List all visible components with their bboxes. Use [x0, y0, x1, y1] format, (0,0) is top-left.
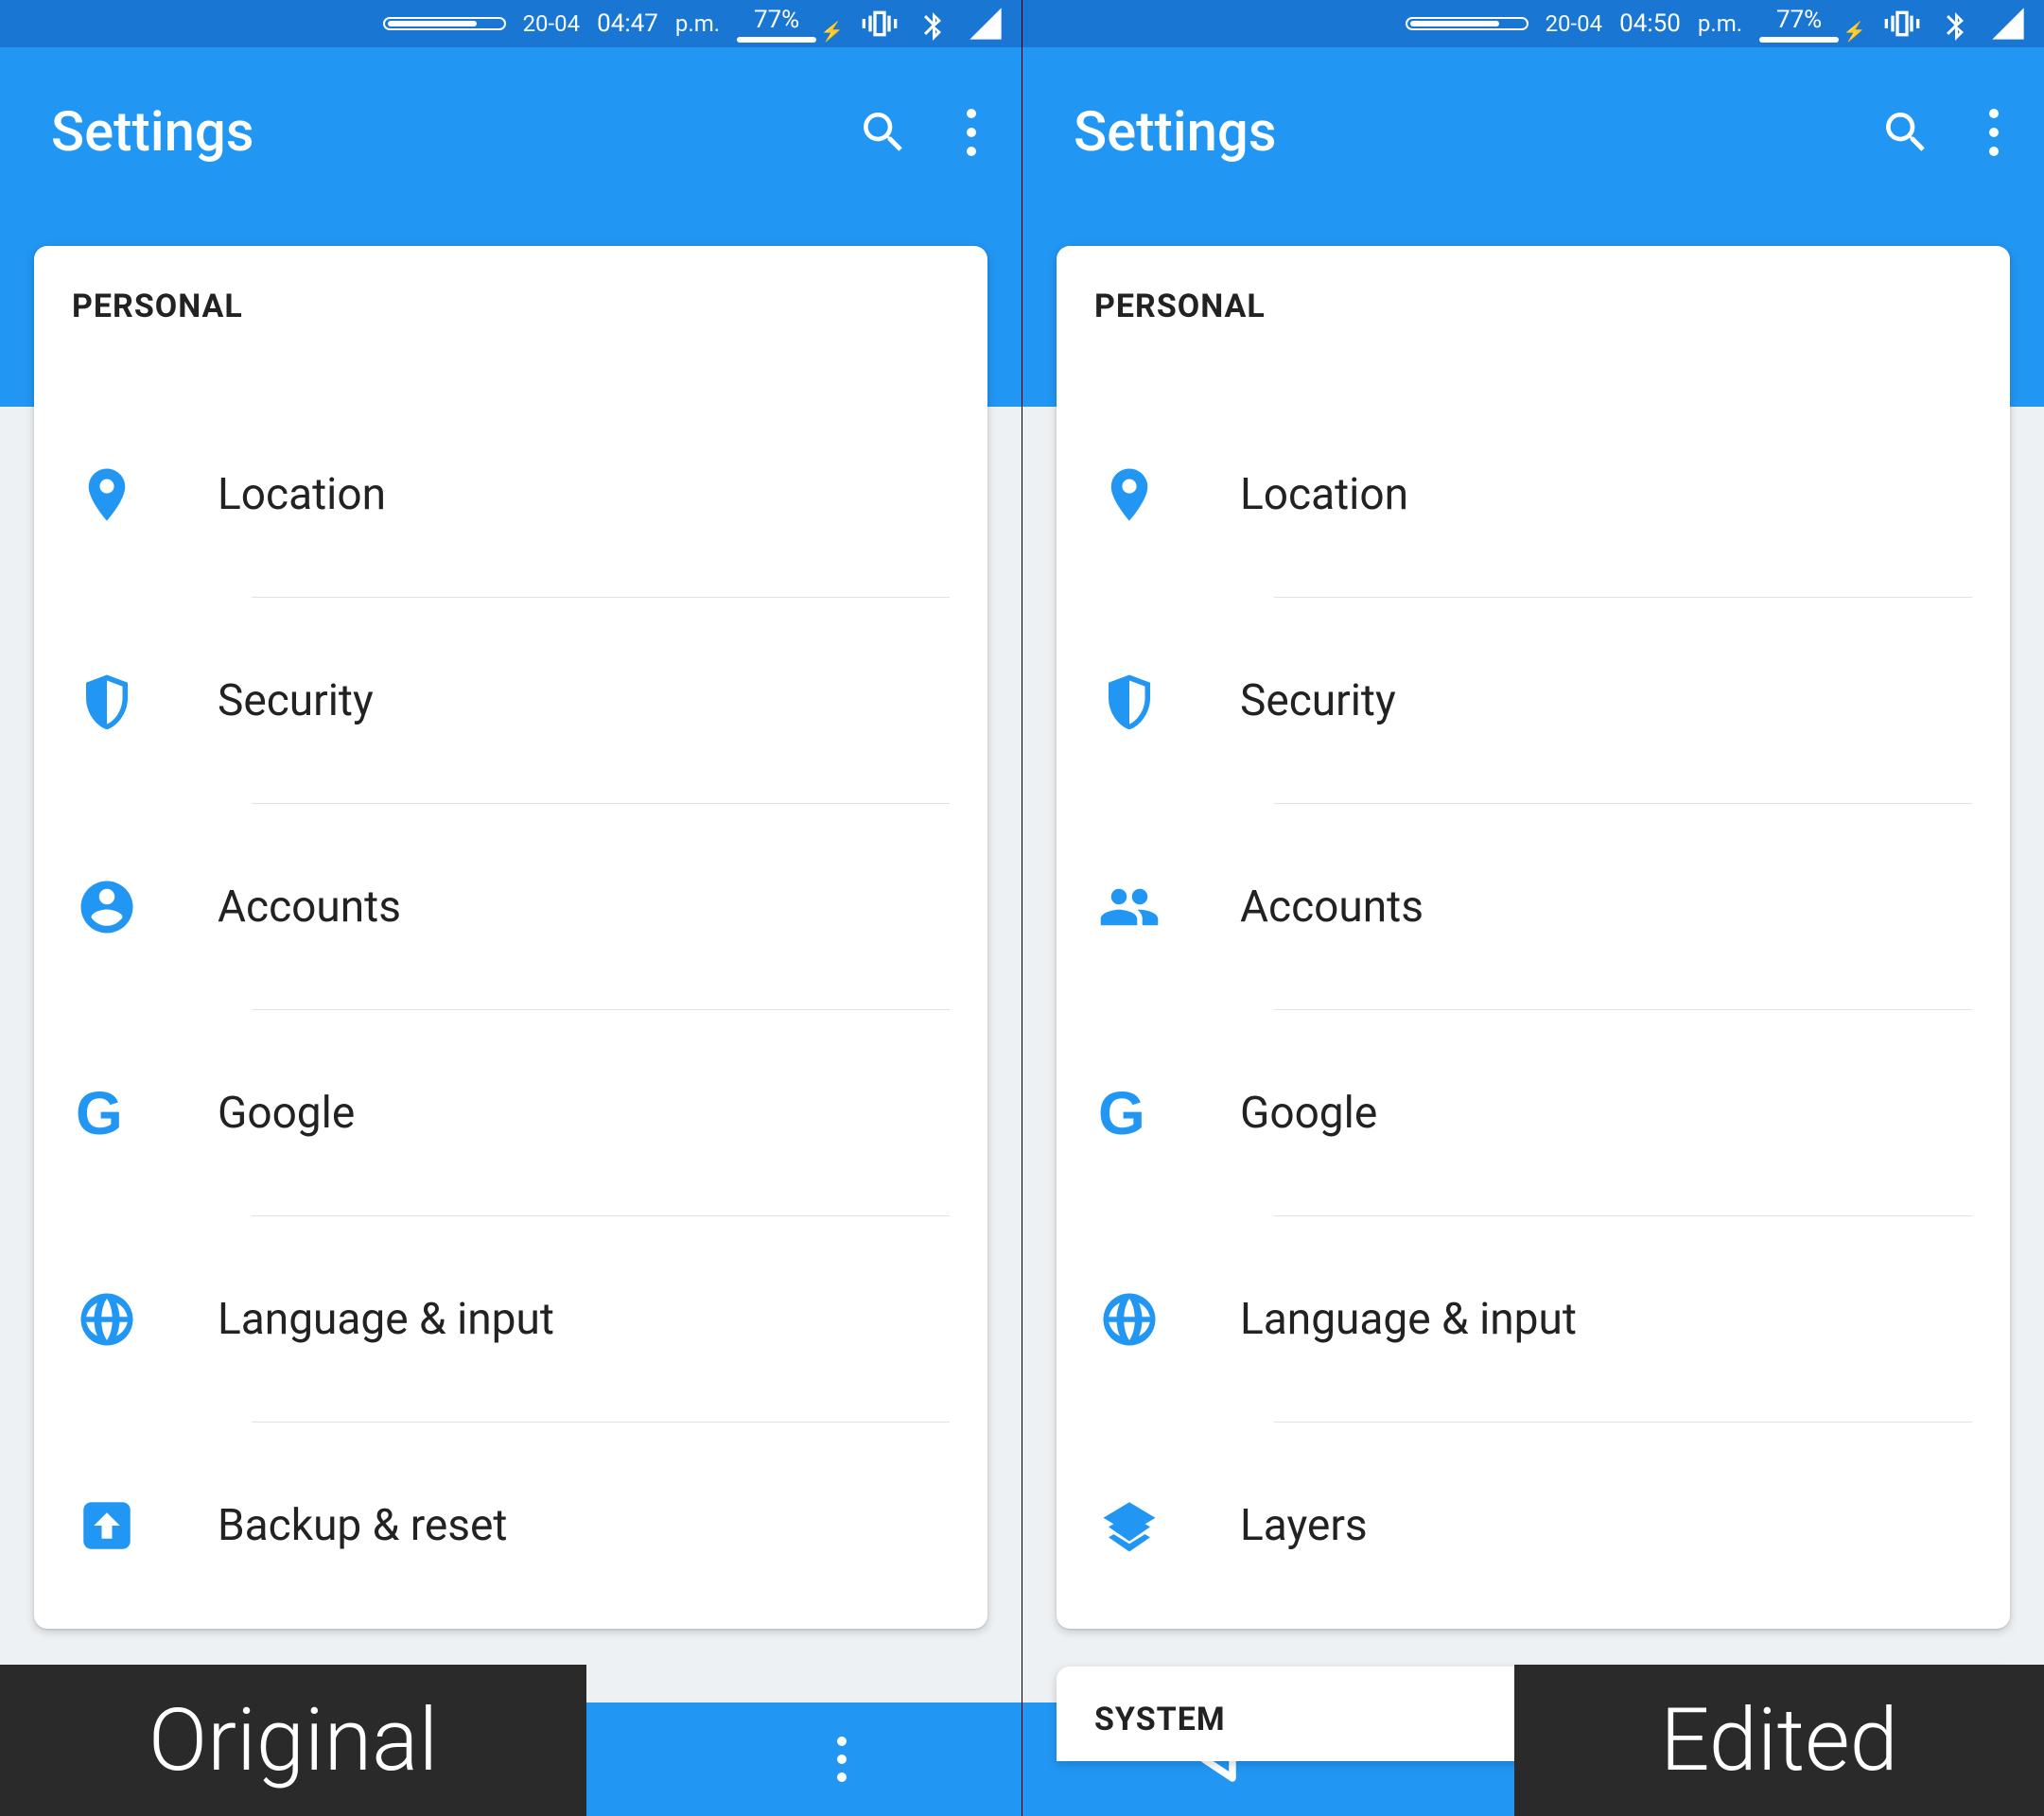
settings-row-location[interactable]: Location [34, 392, 987, 598]
settings-row-security[interactable]: Security [1057, 598, 2010, 804]
settings-row-language[interactable]: Language & input [34, 1216, 987, 1423]
signal-icon [967, 5, 1005, 43]
globe-icon [76, 1288, 138, 1351]
row-label: Google [218, 1088, 355, 1139]
status-date: 20-04 [523, 10, 581, 37]
status-bar: 20-04 04:50 p.m. 77% ⚡ [1022, 0, 2044, 47]
page-title: Settings [51, 100, 254, 165]
battery-bar-icon [737, 37, 816, 43]
row-label: Accounts [1240, 882, 1424, 933]
row-label: Security [218, 675, 374, 726]
bluetooth-icon [1938, 7, 1972, 41]
people-icon [1098, 876, 1161, 938]
status-time: 04:50 [1619, 9, 1681, 38]
battery-bar-icon [1759, 37, 1839, 43]
caption-label: Edited [1514, 1665, 2044, 1816]
layers-icon [1098, 1494, 1161, 1557]
app-bar: Settings [1022, 47, 2044, 218]
location-icon [1098, 463, 1161, 526]
account-circle-icon [76, 876, 138, 938]
content-area: PERSONAL Location Security Accounts G Go… [0, 218, 1022, 1702]
status-time: 04:47 [597, 9, 658, 38]
bluetooth-icon [916, 7, 950, 41]
signal-icon [1989, 5, 2027, 43]
row-label: Language & input [218, 1294, 554, 1345]
row-label: Location [218, 469, 386, 520]
charging-icon: ⚡ [1843, 20, 1866, 43]
content-area: PERSONAL Location Security Accounts G Go… [1022, 218, 2044, 1702]
status-bar: 20-04 04:47 p.m. 77% ⚡ [0, 0, 1022, 47]
google-icon: G [76, 1078, 123, 1148]
battery-pill-icon [383, 17, 506, 30]
google-icon: G [1098, 1078, 1145, 1148]
settings-row-language[interactable]: Language & input [1057, 1216, 2010, 1423]
settings-row-backup[interactable]: Backup & reset [34, 1423, 987, 1629]
settings-row-location[interactable]: Location [1057, 392, 2010, 598]
vibrate-icon [861, 5, 899, 43]
backup-icon [76, 1494, 138, 1557]
row-label: Location [1240, 469, 1408, 520]
status-ampm: p.m. [1698, 10, 1742, 37]
settings-row-security[interactable]: Security [34, 598, 987, 804]
battery-percent-group: 77% ⚡ [737, 6, 844, 43]
row-label: Accounts [218, 882, 401, 933]
section-header: PERSONAL [34, 246, 987, 392]
settings-row-google[interactable]: G Google [34, 1010, 987, 1216]
battery-percent: 77% [754, 6, 799, 34]
personal-card: PERSONAL Location Security Accounts G Go… [1057, 246, 2010, 1629]
shield-icon [1098, 670, 1161, 732]
overflow-menu-icon[interactable] [1989, 109, 2006, 156]
shield-icon [76, 670, 138, 732]
settings-row-layers[interactable]: Layers [1057, 1423, 2010, 1629]
battery-percent-group: 77% ⚡ [1759, 6, 1866, 43]
screenshot-edited: 20-04 04:50 p.m. 77% ⚡ Settings PERSONAL… [1022, 0, 2044, 1816]
screenshot-original: 20-04 04:47 p.m. 77% ⚡ Settings PERSONAL… [0, 0, 1022, 1816]
location-icon [76, 463, 138, 526]
personal-card: PERSONAL Location Security Accounts G Go… [34, 246, 987, 1629]
battery-percent: 77% [1776, 6, 1822, 34]
row-label: Google [1240, 1088, 1377, 1139]
section-header: PERSONAL [1057, 246, 2010, 392]
overflow-menu-icon[interactable] [967, 109, 984, 156]
search-icon[interactable] [857, 106, 910, 159]
caption-label: Original [0, 1665, 586, 1816]
row-label: Backup & reset [218, 1500, 507, 1551]
status-date: 20-04 [1546, 10, 1603, 37]
section-header: SYSTEM [1094, 1701, 1226, 1738]
status-ampm: p.m. [675, 10, 720, 37]
settings-row-accounts[interactable]: Accounts [1057, 804, 2010, 1010]
settings-row-accounts[interactable]: Accounts [34, 804, 987, 1010]
search-icon[interactable] [1879, 106, 1932, 159]
globe-icon [1098, 1288, 1161, 1351]
row-label: Security [1240, 675, 1396, 726]
charging-icon: ⚡ [820, 20, 844, 43]
nav-menu-icon[interactable] [837, 1737, 847, 1782]
row-label: Layers [1240, 1500, 1368, 1551]
page-title: Settings [1074, 100, 1277, 165]
vibrate-icon [1883, 5, 1921, 43]
battery-pill-icon [1406, 17, 1529, 30]
settings-row-google[interactable]: G Google [1057, 1010, 2010, 1216]
app-bar: Settings [0, 47, 1022, 218]
row-label: Language & input [1240, 1294, 1577, 1345]
